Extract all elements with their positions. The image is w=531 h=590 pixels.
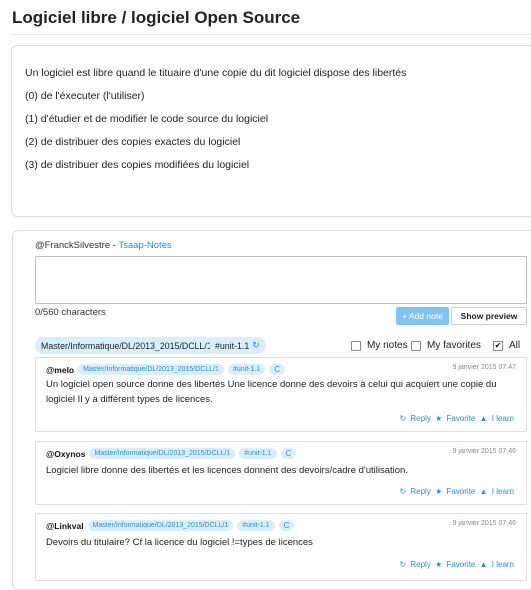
reply-icon[interactable]: ↻ — [399, 414, 406, 423]
note-actions: ↻ Reply ★ Favorite ▲ I learn — [397, 414, 514, 423]
note-header: @Oxynos Master/Informatique/DL/2013_2015… — [46, 448, 297, 459]
refresh-icon[interactable]: C — [280, 448, 297, 459]
refresh-icon[interactable]: C — [278, 520, 295, 531]
refresh-icon[interactable]: ↻ — [252, 340, 260, 351]
note-context-tag[interactable]: Master/Informatique/DL/2013_2015/DCLL/1 — [89, 448, 236, 459]
learn-link[interactable]: I learn — [492, 560, 514, 569]
unit-filter-tag[interactable]: #unit-1.1 ↻ — [209, 337, 266, 354]
note-body: Devoirs du titulaire? Cf la licence du l… — [46, 537, 313, 548]
reply-icon[interactable]: ↻ — [399, 560, 406, 569]
note-date: 9 janvier 2015 07:46 — [452, 448, 516, 455]
thumbs-up-icon[interactable]: ▲ — [480, 487, 488, 496]
note-author[interactable]: @Oxynos — [46, 449, 85, 459]
all-filter[interactable]: ✔ All — [493, 337, 520, 354]
note-unit-tag[interactable]: #unit-1.1 — [239, 448, 277, 459]
content-box: Un logiciel est libre quand le tituaire … — [11, 45, 531, 217]
reply-link[interactable]: Reply — [410, 414, 430, 423]
note-author[interactable]: @melo — [46, 365, 74, 375]
my-notes-label: My notes — [367, 340, 408, 351]
title-divider — [10, 34, 531, 35]
note-unit-tag[interactable]: #unit-1.1 — [227, 364, 266, 375]
add-note-button[interactable]: + Add note — [396, 307, 449, 325]
info-line: (1) d'étudier et de modifier le code sou… — [25, 113, 269, 125]
all-checkbox[interactable]: ✔ — [493, 340, 503, 351]
info-line: (2) de distribuer des copies exactes du … — [25, 136, 241, 148]
note-header: @Linkval Master/Informatique/DL/2013_201… — [46, 520, 295, 531]
star-icon[interactable]: ★ — [435, 560, 442, 569]
note-context-tag[interactable]: Master/Informatique/DL/2013_2015/DCLL/1 — [78, 364, 224, 375]
note-card: @Oxynos Master/Informatique/DL/2013_2015… — [35, 441, 527, 505]
reply-link[interactable]: Reply — [410, 487, 430, 496]
info-line: Un logiciel est libre quand le tituaire … — [25, 67, 407, 79]
info-line: (0) de l'éxecuter (l'utiliser) — [25, 90, 145, 102]
learn-link[interactable]: I learn — [492, 487, 514, 496]
page-title: Logiciel libre / logiciel Open Source — [12, 8, 301, 27]
all-label: All — [509, 340, 521, 351]
note-actions: ↻ Reply ★ Favorite ▲ I learn — [397, 487, 514, 496]
note-body: Logiciel libre donne des libertés et les… — [46, 465, 408, 476]
context-filter-tag[interactable]: Master/Informatique/DL/2013_2015/DCLL/1 — [35, 337, 218, 354]
note-textarea[interactable] — [35, 256, 527, 304]
note-actions: ↻ Reply ★ Favorite ▲ I learn — [397, 560, 514, 569]
note-card: @Linkval Master/Informatique/DL/2013_201… — [35, 513, 527, 581]
reply-icon[interactable]: ↻ — [399, 487, 406, 496]
tsaap-notes-link[interactable]: Tsaap-Notes — [118, 240, 171, 251]
favorite-link[interactable]: Favorite — [446, 487, 475, 496]
note-author[interactable]: @Linkval — [46, 521, 84, 531]
my-notes-checkbox[interactable] — [351, 340, 361, 351]
context-filter-label: Master/Informatique/DL/2013_2015/DCLL/1 — [41, 340, 212, 351]
unit-filter-label: #unit-1.1 — [215, 340, 250, 351]
composer-author: @FranckSilvestre — [35, 240, 111, 251]
info-line: (3) de distribuer des copies modifiées d… — [25, 159, 250, 171]
note-context-tag[interactable]: Master/Informatique/DL/2013_2015/DCLL/1 — [87, 520, 234, 531]
thumbs-up-icon[interactable]: ▲ — [480, 414, 488, 423]
notes-panel: @FranckSilvestre - Tsaap-Notes 0/560 cha… — [12, 230, 531, 590]
star-icon[interactable]: ★ — [435, 487, 442, 496]
my-favorites-checkbox[interactable] — [411, 340, 421, 351]
composer-author-line: @FranckSilvestre - Tsaap-Notes — [35, 240, 172, 251]
my-favorites-label: My favorites — [427, 340, 481, 351]
learn-link[interactable]: I learn — [492, 414, 514, 423]
my-favorites-filter[interactable]: My favorites — [411, 337, 481, 354]
thumbs-up-icon[interactable]: ▲ — [480, 560, 488, 569]
favorite-link[interactable]: Favorite — [446, 560, 475, 569]
show-preview-button[interactable]: Show preview — [451, 307, 527, 325]
note-body: Un logiciel open source donne des libert… — [46, 379, 497, 405]
refresh-icon[interactable]: C — [269, 364, 285, 375]
note-date: 9 janvier 2015 07:47 — [452, 364, 516, 371]
note-unit-tag[interactable]: #unit-1.1 — [237, 520, 275, 531]
my-notes-filter[interactable]: My notes — [351, 337, 408, 354]
note-date: 9 janvier 2015 07:46 — [452, 520, 516, 527]
star-icon[interactable]: ★ — [435, 414, 442, 423]
note-header: @melo Master/Informatique/DL/2013_2015/D… — [46, 364, 285, 375]
reply-link[interactable]: Reply — [410, 560, 430, 569]
char-counter: 0/560 characters — [35, 307, 106, 318]
note-card: @melo Master/Informatique/DL/2013_2015/D… — [35, 357, 527, 432]
favorite-link[interactable]: Favorite — [446, 414, 475, 423]
